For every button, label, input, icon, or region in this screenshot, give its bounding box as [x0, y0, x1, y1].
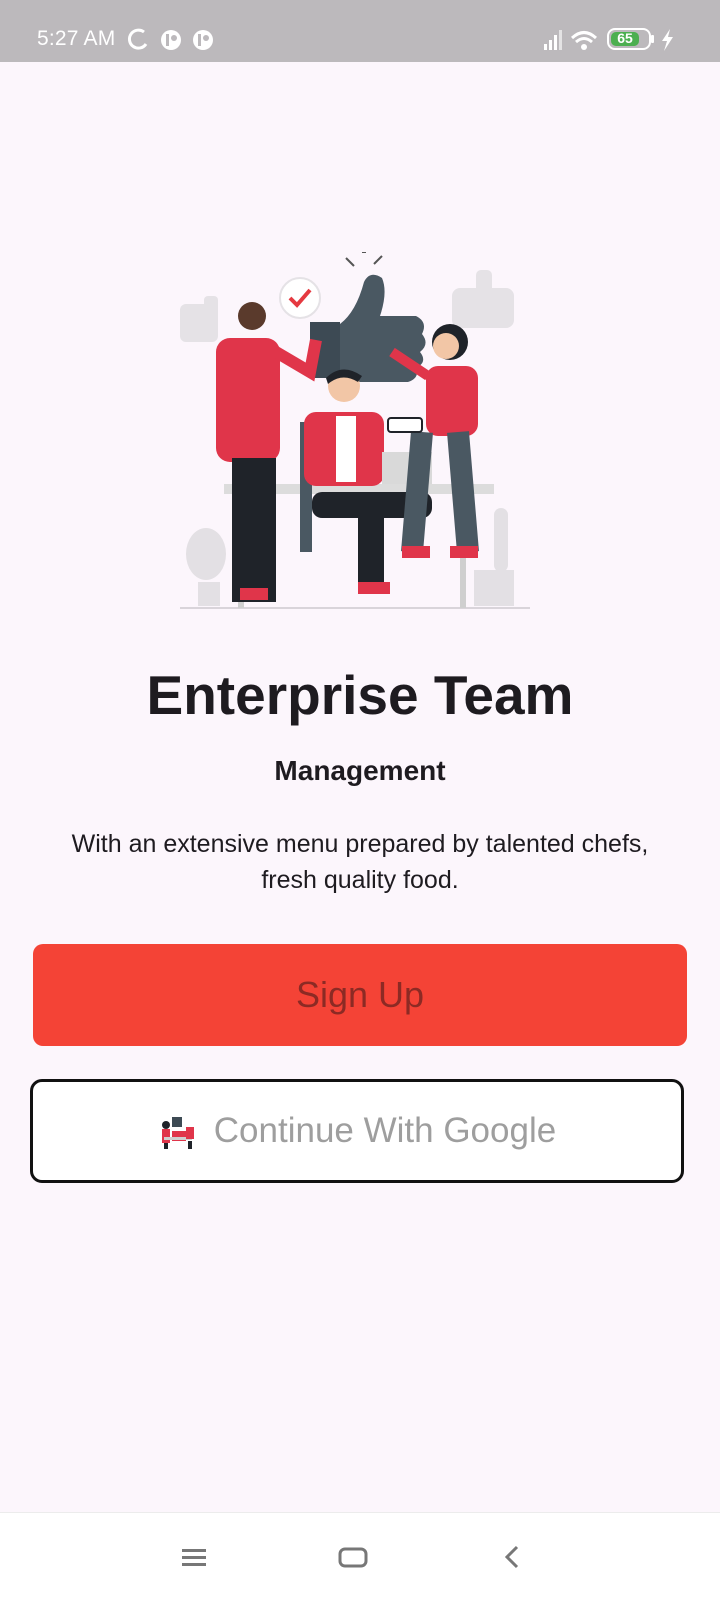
page-description: With an extensive menu prepared by talen… [71, 830, 649, 894]
status-left-icons [128, 28, 213, 50]
continue-with-google-button[interactable]: Continue With Google [30, 1079, 684, 1183]
back-icon[interactable] [497, 1541, 529, 1573]
status-bar: 5:27 AM 65 [0, 0, 720, 62]
status-right-icons: 65 [544, 26, 694, 54]
home-icon[interactable] [337, 1541, 369, 1573]
person-woman [387, 324, 479, 558]
sync-icon [128, 28, 148, 50]
battery-level: 65 [617, 30, 633, 46]
status-time: 5:27 AM [37, 27, 116, 50]
check-bubble-icon [279, 277, 321, 319]
charging-icon [662, 29, 673, 51]
page-title: Enterprise Team [146, 664, 574, 726]
google-logo-icon [157, 1111, 198, 1151]
notification-icon [161, 30, 181, 50]
wifi-icon [570, 31, 598, 50]
page-subtitle: Management [274, 755, 446, 786]
sign-up-button[interactable]: Sign Up [33, 944, 687, 1046]
menu-icon[interactable] [178, 1541, 210, 1573]
sign-up-label: Sign Up [295, 974, 425, 1015]
notification-icon [193, 30, 213, 50]
signal-icon [544, 30, 562, 50]
continue-with-google-label: Continue With Google [213, 1111, 557, 1150]
navigation-bar [0, 1512, 720, 1601]
team-illustration [180, 252, 530, 609]
